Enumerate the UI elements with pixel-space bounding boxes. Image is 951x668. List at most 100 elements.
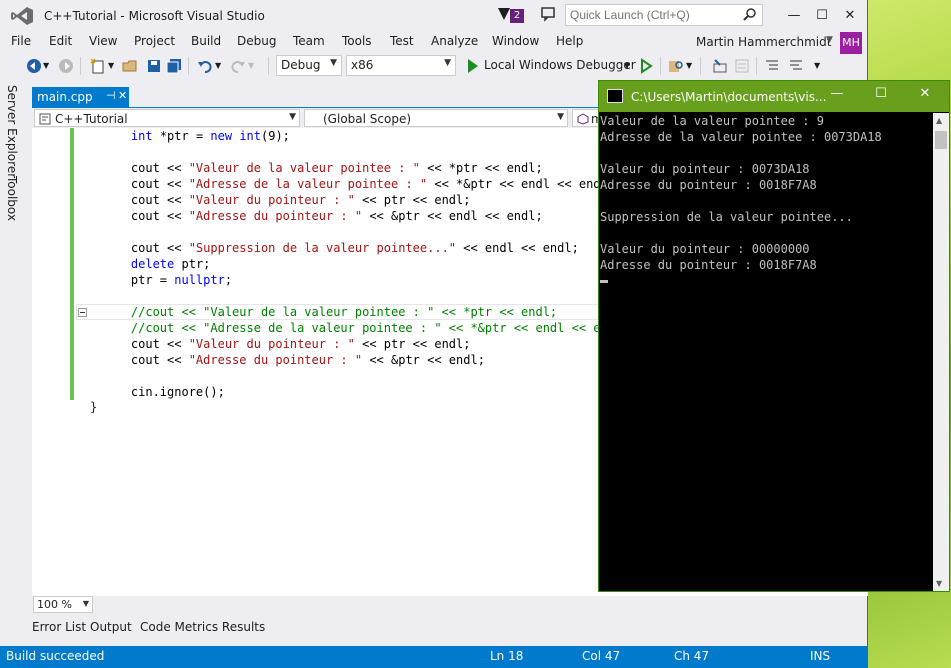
- chevron-down-icon[interactable]: ▼: [248, 61, 264, 77]
- menu-file[interactable]: File: [11, 34, 31, 48]
- close-button[interactable]: ✕: [836, 4, 864, 28]
- code-token: << *&ptr << endl << endl;: [427, 177, 615, 191]
- save-all-icon[interactable]: [166, 58, 182, 74]
- scroll-down-icon[interactable]: ▼: [936, 579, 942, 588]
- tab-code-metrics-results[interactable]: Code Metrics Results: [140, 620, 265, 634]
- console-title: C:\Users\Martin\documents\vis...: [631, 90, 827, 104]
- console-maximize-button[interactable]: ☐: [869, 86, 893, 106]
- find-in-files-icon[interactable]: [668, 58, 684, 74]
- back-icon[interactable]: [26, 58, 42, 74]
- quick-launch-input[interactable]: [566, 5, 736, 25]
- function-icon: [577, 113, 589, 125]
- feedback-icon[interactable]: [540, 6, 556, 22]
- menu-help[interactable]: Help: [556, 34, 583, 48]
- menu-edit[interactable]: Edit: [49, 34, 72, 48]
- console-minimize-button[interactable]: —: [825, 86, 849, 106]
- console-scrollbar[interactable]: ▲ ▼: [933, 113, 949, 591]
- quick-launch[interactable]: [565, 4, 763, 26]
- scroll-up-icon[interactable]: ▲: [936, 116, 942, 125]
- search-icon[interactable]: [742, 7, 758, 23]
- menu-view[interactable]: View: [89, 34, 117, 48]
- console-cursor-line: [600, 273, 933, 289]
- menu-build[interactable]: Build: [191, 34, 221, 48]
- platform-dropdown[interactable]: x86 ▼: [346, 55, 456, 76]
- menu-bar: File Edit View Project Build Debug Team …: [0, 32, 868, 54]
- redo-icon[interactable]: [230, 58, 246, 74]
- scroll-thumb[interactable]: [935, 131, 947, 149]
- code-token: << &ptr << endl;: [362, 353, 485, 367]
- configuration-dropdown[interactable]: Debug ▼: [276, 55, 342, 76]
- chevron-down-icon[interactable]: ▼: [814, 61, 830, 77]
- forward-icon[interactable]: [58, 58, 74, 74]
- chevron-down-icon: ▼: [330, 58, 337, 68]
- flag-icon: [498, 8, 510, 20]
- status-message: Build succeeded: [6, 649, 105, 663]
- code-token: ptr =: [102, 273, 175, 287]
- code-token: //cout << "Adresse de la valeur pointee …: [102, 321, 630, 335]
- zoom-dropdown[interactable]: 100 % ▼: [33, 596, 93, 613]
- tab-main-cpp[interactable]: main.cpp ⊣ ✕: [32, 87, 129, 107]
- maximize-button[interactable]: ☐: [808, 4, 836, 28]
- code-token: cout <<: [102, 193, 189, 207]
- format-lines-icon[interactable]: [788, 58, 804, 74]
- new-project-icon[interactable]: [90, 58, 106, 74]
- chevron-down-icon[interactable]: ▼: [826, 35, 833, 45]
- chevron-down-icon: ▼: [289, 112, 296, 122]
- code-token: delete: [130, 257, 175, 271]
- console-icon: [607, 89, 623, 103]
- code-token: "Valeur du pointeur : ": [188, 193, 355, 207]
- scope-dropdown[interactable]: (Global Scope) ▼: [304, 109, 568, 127]
- local-windows-debugger-button[interactable]: Local Windows Debugger: [464, 56, 636, 76]
- menu-window[interactable]: Window: [492, 34, 539, 48]
- user-name[interactable]: Martin Hammerchmidt: [696, 35, 831, 49]
- open-file-icon[interactable]: [122, 58, 138, 74]
- minimize-button[interactable]: —: [780, 4, 808, 28]
- code-token: "Adresse du pointeur : ": [188, 209, 363, 223]
- chevron-down-icon[interactable]: ▼: [215, 61, 231, 77]
- scope-name: (Global Scope): [323, 112, 412, 126]
- comment-icon[interactable]: [734, 58, 750, 74]
- tab-server-explorer[interactable]: Server Explorer: [5, 85, 19, 178]
- console-output: Valeur de la valeur pointee : 9 Adresse d…: [599, 113, 933, 591]
- menu-debug[interactable]: Debug: [237, 34, 276, 48]
- tab-error-list[interactable]: Error List: [32, 620, 86, 634]
- collapse-icon[interactable]: [78, 308, 87, 317]
- console-close-button[interactable]: ✕: [913, 86, 937, 106]
- save-icon[interactable]: [146, 58, 162, 74]
- console-line: Adresse de la valeur pointee : 0073DA18: [600, 130, 882, 144]
- standard-toolbar: ▼ ▼ ▼ ▼ Debug ▼ x86 ▼ Local Windows Debu…: [0, 54, 868, 78]
- chevron-down-icon: ▼: [444, 58, 451, 68]
- code-token: cout <<: [102, 209, 189, 223]
- undo-icon[interactable]: [197, 58, 213, 74]
- console-title-bar[interactable]: C:\Users\Martin\documents\vis... — ☐ ✕: [599, 81, 949, 112]
- start-without-debugging-icon[interactable]: [638, 58, 654, 74]
- code-token: << ptr << endl;: [354, 337, 471, 351]
- pin-icon[interactable]: ⊣: [106, 89, 116, 102]
- code-token: cout <<: [102, 241, 189, 255]
- chevron-down-icon[interactable]: ▼: [43, 61, 59, 77]
- format-lines-icon[interactable]: [764, 58, 780, 74]
- chevron-down-icon: ▼: [82, 599, 89, 608]
- tab-toolbox[interactable]: Toolbox: [5, 176, 19, 221]
- menu-analyze[interactable]: Analyze: [431, 34, 478, 48]
- project-icon: [39, 113, 51, 125]
- close-icon[interactable]: ✕: [118, 89, 127, 102]
- code-token: "Valeur de la valeur pointee : ": [188, 161, 420, 175]
- code-token: nullptr: [174, 273, 225, 287]
- toggle-breakpoint-icon[interactable]: [712, 58, 728, 74]
- project-dropdown[interactable]: C++Tutorial ▼: [34, 109, 300, 127]
- console-line: Valeur de la valeur pointee : 9: [600, 114, 824, 128]
- menu-tools[interactable]: Tools: [342, 34, 372, 48]
- console-window[interactable]: C:\Users\Martin\documents\vis... — ☐ ✕ V…: [598, 80, 950, 592]
- avatar[interactable]: MH: [840, 32, 862, 54]
- menu-project[interactable]: Project: [134, 34, 175, 48]
- status-line: Ln 18: [490, 649, 524, 663]
- notifications-button[interactable]: 2: [494, 6, 528, 26]
- tab-output[interactable]: Output: [90, 620, 132, 634]
- status-insert-mode[interactable]: INS: [810, 649, 830, 663]
- menu-team[interactable]: Team: [293, 34, 325, 48]
- menu-test[interactable]: Test: [390, 34, 414, 48]
